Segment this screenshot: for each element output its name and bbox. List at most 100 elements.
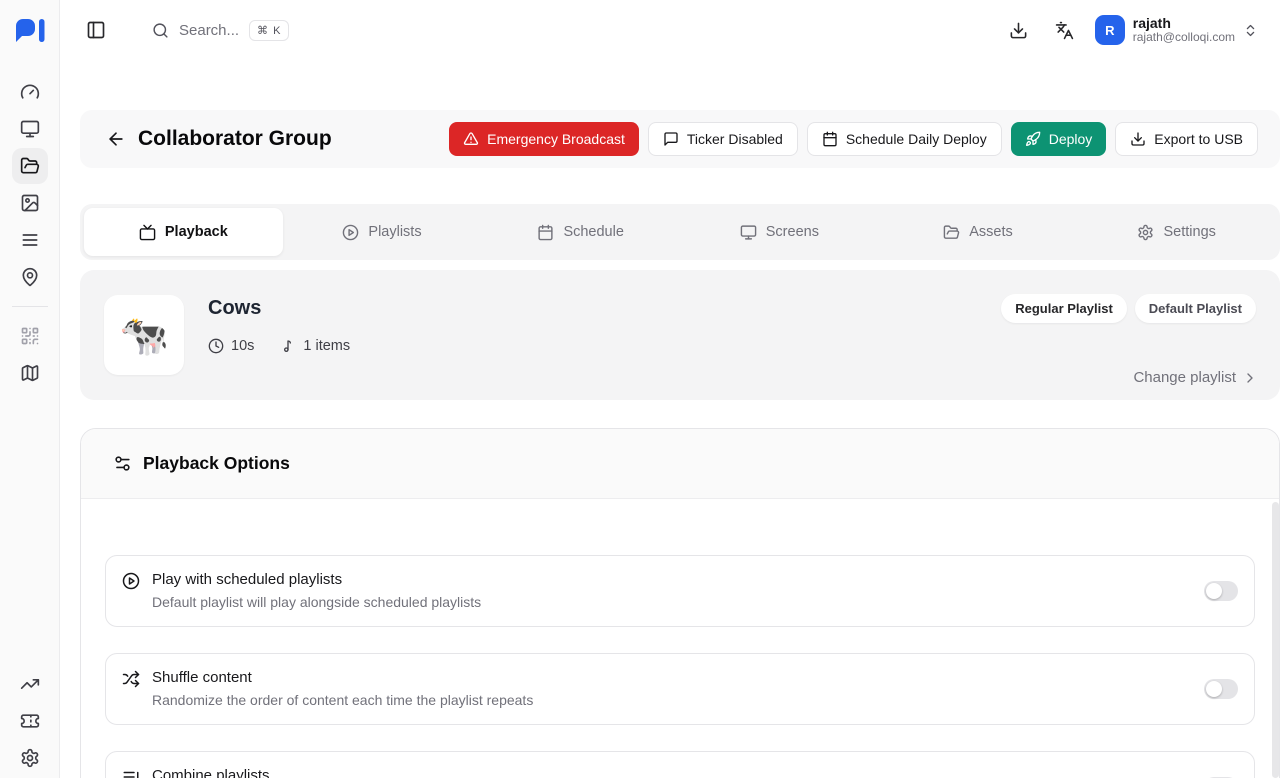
regular-playlist-badge[interactable]: Regular Playlist	[1001, 294, 1127, 323]
clock-icon	[208, 338, 224, 354]
change-playlist-link[interactable]: Change playlist	[1133, 369, 1258, 386]
toggle-shuffle-content[interactable]	[1204, 679, 1238, 699]
sidebar-item-groups[interactable]	[12, 148, 48, 184]
message-square-icon	[663, 131, 679, 147]
sidebar-nav	[12, 74, 48, 391]
tv-icon	[139, 224, 156, 241]
deploy-button[interactable]: Deploy	[1011, 122, 1107, 156]
option-description: Default playlist will play alongside sch…	[152, 594, 481, 610]
playlist-meta: 10s 1 items	[208, 338, 350, 354]
tab-schedule[interactable]: Schedule	[481, 208, 680, 256]
panel-left-icon	[86, 20, 106, 40]
chevrons-up-down-icon	[1243, 23, 1258, 38]
option-text: Play with scheduled playlists Default pl…	[152, 569, 481, 613]
user-meta: rajath rajath@colloqi.com	[1133, 15, 1235, 45]
sidebar-item-playlists[interactable]	[12, 222, 48, 258]
button-label: Schedule Daily Deploy	[846, 131, 987, 147]
option-description: Randomize the order of content each time…	[152, 692, 533, 708]
sidebar-item-map[interactable]	[12, 355, 48, 391]
sliders-icon	[113, 454, 132, 473]
music-note-icon	[280, 338, 296, 354]
sidebar-item-licenses[interactable]	[12, 703, 48, 739]
tab-settings[interactable]: Settings	[1077, 208, 1276, 256]
sidebar-item-media[interactable]	[12, 185, 48, 221]
sidebar-item-screens[interactable]	[12, 111, 48, 147]
download-app-button[interactable]	[1003, 14, 1035, 46]
playlist-thumbnail: 🐄	[104, 295, 184, 375]
button-label: Emergency Broadcast	[487, 131, 625, 147]
option-title: Shuffle content	[152, 669, 533, 686]
page-content: Collaborator Group Emergency Broadcast T…	[60, 110, 1286, 778]
sidebar-toggle-button[interactable]	[80, 14, 112, 46]
playlist-info: Cows 10s 1 items	[208, 295, 350, 375]
user-email: rajath@colloqi.com	[1133, 31, 1235, 45]
topbar: Search... ⌘ K R rajath rajath@colloqi.co…	[60, 0, 1286, 60]
emergency-broadcast-button[interactable]: Emergency Broadcast	[449, 122, 639, 156]
image-icon	[20, 193, 40, 213]
playlist-name: Cows	[208, 297, 350, 320]
circle-play-icon	[342, 224, 359, 241]
search-trigger[interactable]: Search... ⌘ K	[152, 20, 289, 41]
back-button[interactable]	[102, 125, 130, 153]
playback-options-body: Play with scheduled playlists Default pl…	[81, 499, 1279, 778]
tab-label: Settings	[1163, 224, 1215, 240]
qr-code-icon	[20, 326, 40, 346]
group-tabs: Playback Playlists Schedule Screens	[80, 204, 1280, 260]
page-title: Collaborator Group	[138, 127, 332, 151]
triangle-alert-icon	[463, 131, 479, 147]
sidebar-item-analytics[interactable]	[12, 666, 48, 702]
monitor-icon	[740, 224, 757, 241]
header-actions: Emergency Broadcast Ticker Disabled Sche…	[449, 122, 1258, 156]
sidebar-item-qr-code[interactable]	[12, 318, 48, 354]
folder-open-icon	[943, 224, 960, 241]
button-label: Export to USB	[1154, 131, 1243, 147]
duration-value: 10s	[231, 338, 254, 354]
option-text: Combine playlists	[152, 765, 270, 778]
folder-open-icon	[20, 156, 40, 176]
sidebar-bottom-nav	[12, 666, 48, 778]
change-playlist-label: Change playlist	[1133, 369, 1236, 386]
button-label: Ticker Disabled	[687, 131, 783, 147]
sidebar-item-dashboard[interactable]	[12, 74, 48, 110]
gear-icon	[20, 748, 40, 768]
map-pin-icon	[20, 267, 40, 287]
cow-emoji: 🐄	[119, 312, 169, 359]
item-count-value: 1 items	[303, 338, 350, 354]
languages-icon	[1055, 21, 1074, 40]
rows-icon	[20, 230, 40, 250]
tab-playlists[interactable]: Playlists	[283, 208, 482, 256]
tab-assets[interactable]: Assets	[879, 208, 1078, 256]
tab-screens[interactable]: Screens	[680, 208, 879, 256]
tab-playback[interactable]: Playback	[84, 208, 283, 256]
option-play-with-scheduled: Play with scheduled playlists Default pl…	[105, 555, 1255, 627]
group-header: Collaborator Group Emergency Broadcast T…	[80, 110, 1280, 168]
section-title: Playback Options	[143, 453, 290, 474]
default-playlist-badge[interactable]: Default Playlist	[1135, 294, 1256, 323]
main-area: Search... ⌘ K R rajath rajath@colloqi.co…	[60, 0, 1286, 778]
playback-options-header: Playback Options	[81, 429, 1279, 499]
toggle-play-with-scheduled[interactable]	[1204, 581, 1238, 601]
schedule-daily-deploy-button[interactable]: Schedule Daily Deploy	[807, 122, 1002, 156]
circle-play-icon	[122, 572, 140, 590]
calendar-icon	[822, 131, 838, 147]
option-combine-playlists: Combine playlists	[105, 751, 1255, 778]
playlist-duration: 10s	[208, 338, 254, 354]
sidebar-item-settings[interactable]	[12, 740, 48, 776]
download-icon	[1130, 131, 1146, 147]
app-logo[interactable]	[0, 0, 59, 60]
option-title: Combine playlists	[152, 767, 270, 778]
toggle-knob	[1206, 583, 1222, 599]
toggle-knob	[1206, 681, 1222, 697]
user-menu[interactable]: R rajath rajath@colloqi.com	[1095, 15, 1258, 45]
sidebar-item-locations[interactable]	[12, 259, 48, 295]
rocket-icon	[1025, 131, 1041, 147]
language-button[interactable]	[1049, 14, 1081, 46]
trending-up-icon	[20, 674, 40, 694]
scrollbar-thumb[interactable]	[1272, 502, 1279, 778]
sidebar	[0, 0, 60, 778]
ticker-disabled-button[interactable]: Ticker Disabled	[648, 122, 798, 156]
ticket-icon	[20, 711, 40, 731]
tab-label: Playback	[165, 224, 228, 240]
search-placeholder: Search...	[179, 22, 239, 39]
export-to-usb-button[interactable]: Export to USB	[1115, 122, 1258, 156]
